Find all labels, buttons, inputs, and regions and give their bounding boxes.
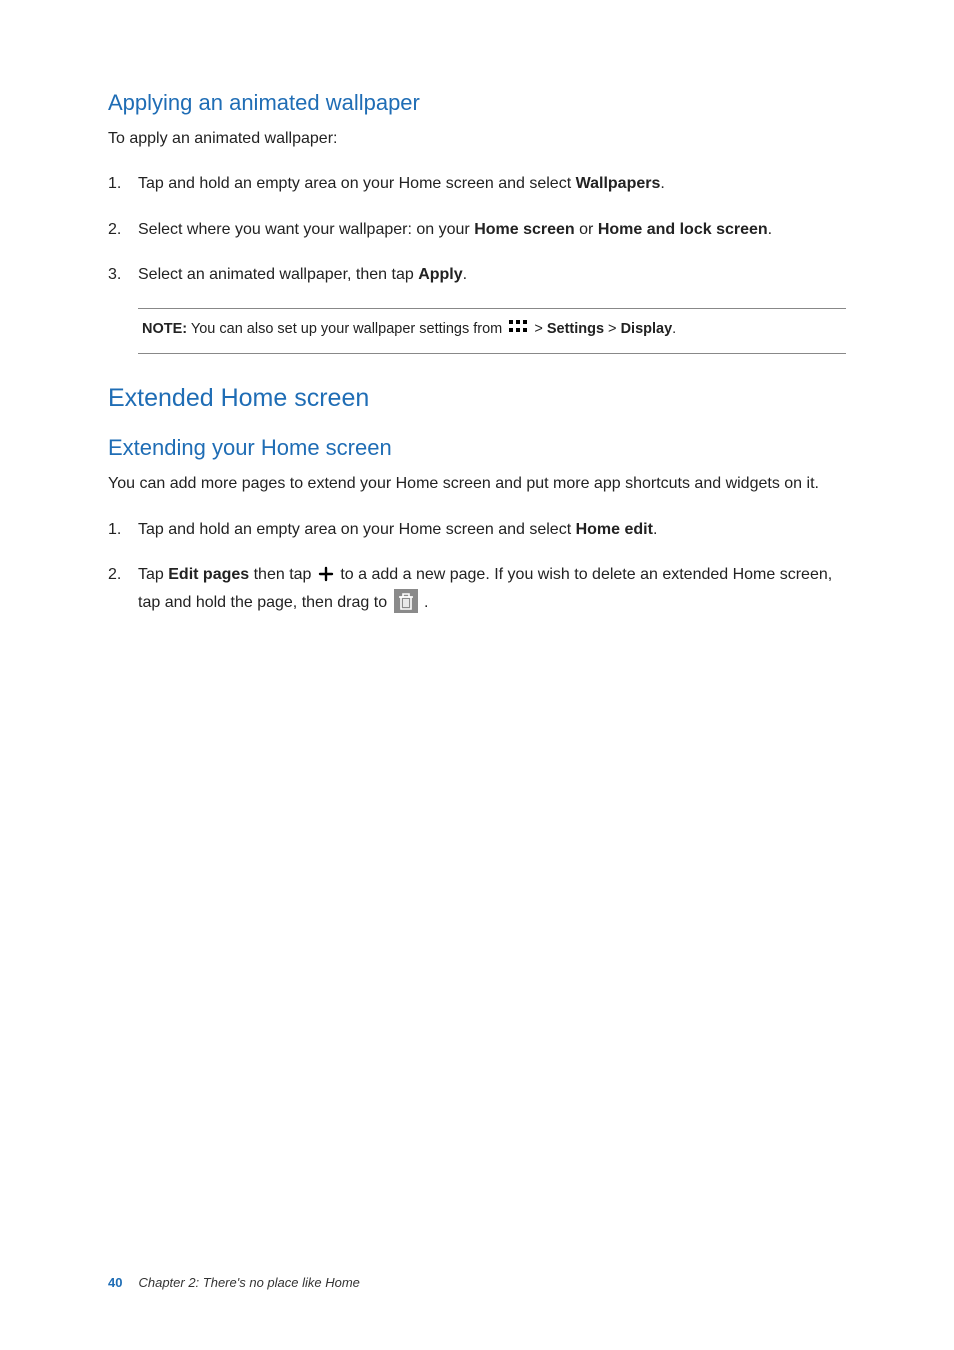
heading-extending-home: Extending your Home screen — [108, 435, 846, 461]
step-bold: Home and lock screen — [598, 221, 768, 238]
step-text: Tap — [138, 566, 168, 583]
step-1: Tap and hold an empty area on your Home … — [108, 518, 846, 541]
step-bold: Home screen — [474, 221, 575, 238]
step-2: Select where you want your wallpaper: on… — [108, 218, 846, 241]
step-text: Select where you want your wallpaper: on… — [138, 221, 474, 238]
step-bold: Edit pages — [168, 566, 249, 583]
note-after: . — [672, 321, 676, 337]
note-text: You can also set up your wallpaper setti… — [187, 321, 506, 337]
plus-icon — [318, 566, 334, 589]
step-bold: Apply — [418, 266, 462, 283]
note-settings: Settings — [547, 321, 604, 337]
intro-applying-wallpaper: To apply an animated wallpaper: — [108, 128, 846, 150]
heading-extended-home: Extended Home screen — [108, 384, 846, 413]
intro-extending-home: You can add more pages to extend your Ho… — [108, 473, 846, 495]
document-page: Applying an animated wallpaper To apply … — [0, 0, 954, 1350]
step-text: . — [660, 175, 664, 192]
trash-icon — [394, 589, 418, 620]
steps-applying-wallpaper: Tap and hold an empty area on your Home … — [108, 172, 846, 286]
note-sep: > — [530, 321, 547, 337]
step-3: Select an animated wallpaper, then tap A… — [108, 263, 846, 286]
step-text: . — [420, 594, 429, 611]
step-1: Tap and hold an empty area on your Home … — [108, 172, 846, 195]
chapter-title: Chapter 2: There's no place like Home — [138, 1275, 359, 1290]
step-text: then tap — [249, 566, 316, 583]
step-text: . — [768, 221, 772, 238]
step-2: Tap Edit pages then tap to a add a new p… — [108, 563, 846, 620]
step-text: Tap and hold an empty area on your Home … — [138, 175, 576, 192]
note-label: NOTE: — [142, 321, 187, 337]
step-text: . — [463, 266, 467, 283]
note-sep: > — [604, 321, 621, 337]
step-text: or — [575, 221, 598, 238]
steps-extending-home: Tap and hold an empty area on your Home … — [108, 518, 846, 621]
heading-applying-wallpaper: Applying an animated wallpaper — [108, 90, 846, 116]
step-bold: Home edit — [576, 521, 653, 538]
page-number: 40 — [108, 1275, 122, 1290]
step-bold: Wallpapers — [576, 175, 661, 192]
apps-grid-icon — [508, 319, 528, 343]
step-text: . — [653, 521, 657, 538]
step-text: Select an animated wallpaper, then tap — [138, 266, 418, 283]
note-box: NOTE: You can also set up your wallpaper… — [138, 308, 846, 354]
note-display: Display — [621, 321, 673, 337]
page-footer: 40 Chapter 2: There's no place like Home — [108, 1275, 360, 1290]
step-text: Tap and hold an empty area on your Home … — [138, 521, 576, 538]
